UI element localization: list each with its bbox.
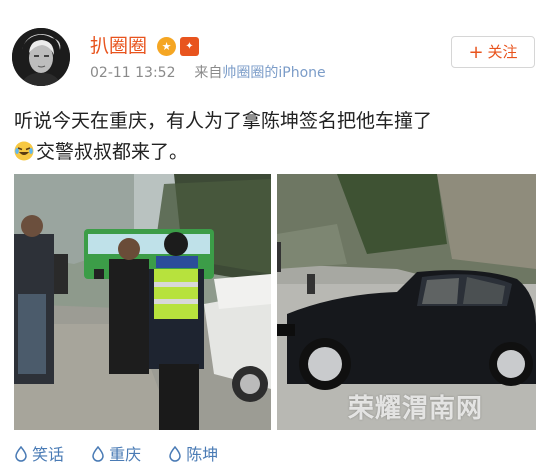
tag-item[interactable]: 陈坤 [168,444,218,466]
post-line-1: 听说今天在重庆，有人为了拿陈坤签名把他车撞了 [14,110,433,132]
tag-label: 笑话 [32,445,65,464]
username[interactable]: 扒圈圈 [90,34,147,58]
avatar[interactable] [12,28,70,86]
post-line-2: 交警叔叔都来了。 [36,141,189,163]
post-text: 听说今天在重庆，有人为了拿陈坤签名把他车撞了 交警叔叔都来了。 [14,106,536,168]
source-link[interactable]: 帅圈圈的iPhone [222,65,325,81]
follow-label: 关注 [487,43,518,61]
vip-badge-icon: ✦ [180,37,199,56]
location-drop-icon [92,446,104,462]
post-line-2-wrap: 交警叔叔都来了。 [14,137,536,168]
crown-badge-icon: ★ [157,37,176,56]
watermark: 荣耀渭南网 [348,394,484,424]
location-drop-icon [169,446,181,462]
post-time: 02-11 13:52 [90,65,176,81]
plus-icon: + [468,42,484,63]
tag-item[interactable]: 重庆 [91,444,141,466]
tag-label: 陈坤 [186,445,219,464]
post-meta: 02-11 13:52 来自帅圈圈的iPhone [90,64,326,82]
follow-button[interactable]: + 关注 [451,36,535,68]
source-prefix: 来自 [194,65,223,81]
laughing-tears-emoji-icon [14,141,34,161]
photo-police-scene[interactable] [14,174,271,430]
tag-item[interactable]: 笑话 [14,444,64,466]
tag-label: 重庆 [109,445,142,464]
location-drop-icon [15,446,27,462]
topic-tags: 笑话 重庆 陈坤 [14,444,240,468]
